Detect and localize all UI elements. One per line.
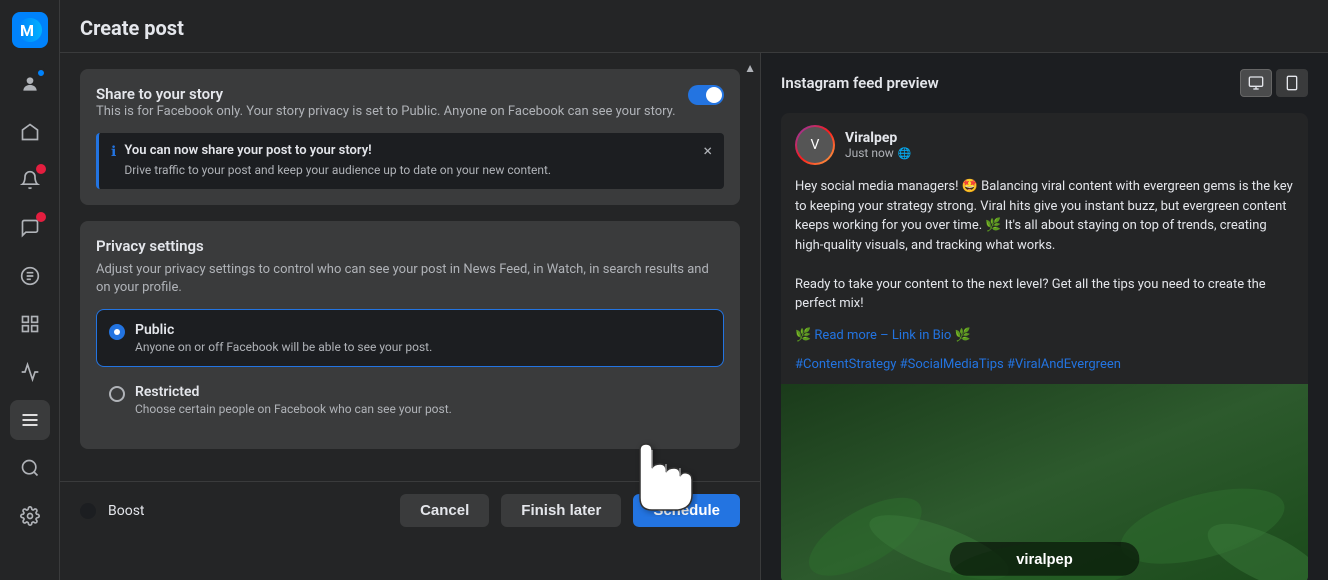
page-title: Create post <box>80 16 1308 40</box>
content-split: ▲ Share to your story This is for Facebo… <box>60 53 1328 580</box>
share-story-desc: This is for Facebook only. Your story pr… <box>96 103 676 121</box>
radio-restricted-content: Restricted Choose certain people on Face… <box>135 384 452 416</box>
header: Create post <box>60 0 1328 53</box>
read-more-section: 🌿 Read more – Link in Bio 🌿 <box>781 326 1308 358</box>
globe-icon: 🌐 <box>898 147 912 160</box>
hashtags: #ContentStrategy #SocialMediaTips #Viral… <box>781 357 1308 384</box>
read-more-link[interactable]: 🌿 Read more – Link in Bio 🌿 <box>795 328 971 343</box>
bottom-bar: Boost Cancel Finish later Schedule <box>60 481 760 539</box>
caption-text-1: Hey social media managers! 🤩 Balancing v… <box>795 179 1293 253</box>
preview-header: Instagram feed preview <box>781 69 1308 97</box>
sidebar: M <box>0 0 60 580</box>
cancel-button[interactable]: Cancel <box>400 494 489 527</box>
preview-toggles <box>1240 69 1308 97</box>
post-caption: Hey social media managers! 🤩 Balancing v… <box>781 177 1308 326</box>
panel-inner: Share to your story This is for Facebook… <box>60 53 760 481</box>
right-panel: Instagram feed preview <box>760 53 1328 580</box>
privacy-settings-title: Privacy settings <box>96 237 724 255</box>
sidebar-item-messages[interactable] <box>10 256 50 296</box>
svg-text:M: M <box>20 21 34 40</box>
post-username: Viralpep <box>845 130 1294 146</box>
sidebar-item-home[interactable] <box>10 112 50 152</box>
post-user-info: Viralpep Just now 🌐 <box>845 130 1294 160</box>
left-panel: ▲ Share to your story This is for Facebo… <box>60 53 760 580</box>
radio-public-dot <box>109 324 125 340</box>
radio-restricted-desc: Choose certain people on Facebook who ca… <box>135 402 452 416</box>
info-banner-text: Drive traffic to your post and keep your… <box>124 162 695 179</box>
privacy-settings-desc: Adjust your privacy settings to control … <box>96 261 724 297</box>
sidebar-item-settings[interactable] <box>10 496 50 536</box>
radio-public-desc: Anyone on or off Facebook will be able t… <box>135 340 432 354</box>
boost-dot <box>80 503 96 519</box>
mobile-preview-button[interactable] <box>1276 69 1308 97</box>
info-close-button[interactable]: × <box>703 143 712 159</box>
schedule-button[interactable]: Schedule <box>633 494 740 527</box>
svg-text:viralpep: viralpep <box>1016 552 1073 568</box>
toggle-knob <box>706 87 722 103</box>
avatar: V <box>795 125 835 165</box>
finish-later-button[interactable]: Finish later <box>501 494 621 527</box>
caption-text-2: Ready to take your content to the next l… <box>795 277 1266 312</box>
scroll-up-arrow: ▲ <box>744 61 756 75</box>
preview-title: Instagram feed preview <box>781 74 939 92</box>
avatar-image: V <box>797 127 833 163</box>
sidebar-item-menu[interactable] <box>10 400 50 440</box>
sidebar-item-content[interactable] <box>10 304 50 344</box>
post-image: viralpep <box>781 384 1308 580</box>
meta-logo[interactable]: M <box>12 12 48 48</box>
info-content: You can now share your post to your stor… <box>124 143 695 179</box>
post-header: V Viralpep Just now 🌐 <box>781 113 1308 177</box>
info-banner-title: You can now share your post to your stor… <box>124 143 695 158</box>
radio-restricted-dot <box>109 386 125 402</box>
post-image-svg: viralpep <box>781 384 1308 580</box>
radio-public-label: Public <box>135 322 432 338</box>
privacy-settings-section: Privacy settings Adjust your privacy set… <box>80 221 740 449</box>
share-to-story-section: Share to your story This is for Facebook… <box>80 69 740 205</box>
desktop-preview-button[interactable] <box>1240 69 1272 97</box>
sidebar-item-comments[interactable] <box>10 208 50 248</box>
sidebar-item-analytics[interactable] <box>10 352 50 392</box>
radio-public-content: Public Anyone on or off Facebook will be… <box>135 322 432 354</box>
radio-restricted-label: Restricted <box>135 384 452 400</box>
post-time: Just now <box>845 146 894 160</box>
share-story-title: Share to your story <box>96 85 676 103</box>
main-content: Create post ▲ Share to your story This i… <box>60 0 1328 580</box>
sidebar-item-notifications[interactable] <box>10 160 50 200</box>
sidebar-item-search[interactable] <box>10 448 50 488</box>
boost-label: Boost <box>108 503 388 519</box>
privacy-option-restricted[interactable]: Restricted Choose certain people on Face… <box>96 371 724 429</box>
sidebar-item-profile[interactable] <box>10 64 50 104</box>
info-icon: ℹ <box>111 144 116 160</box>
info-banner: ℹ You can now share your post to your st… <box>96 133 724 189</box>
share-story-header: Share to your story This is for Facebook… <box>96 85 724 121</box>
share-story-toggle[interactable] <box>688 85 724 105</box>
privacy-option-public[interactable]: Public Anyone on or off Facebook will be… <box>96 309 724 367</box>
share-story-title-group: Share to your story This is for Facebook… <box>96 85 676 121</box>
instagram-preview-card: V Viralpep Just now 🌐 Hey social media m… <box>781 113 1308 580</box>
post-meta: Just now 🌐 <box>845 146 1294 160</box>
